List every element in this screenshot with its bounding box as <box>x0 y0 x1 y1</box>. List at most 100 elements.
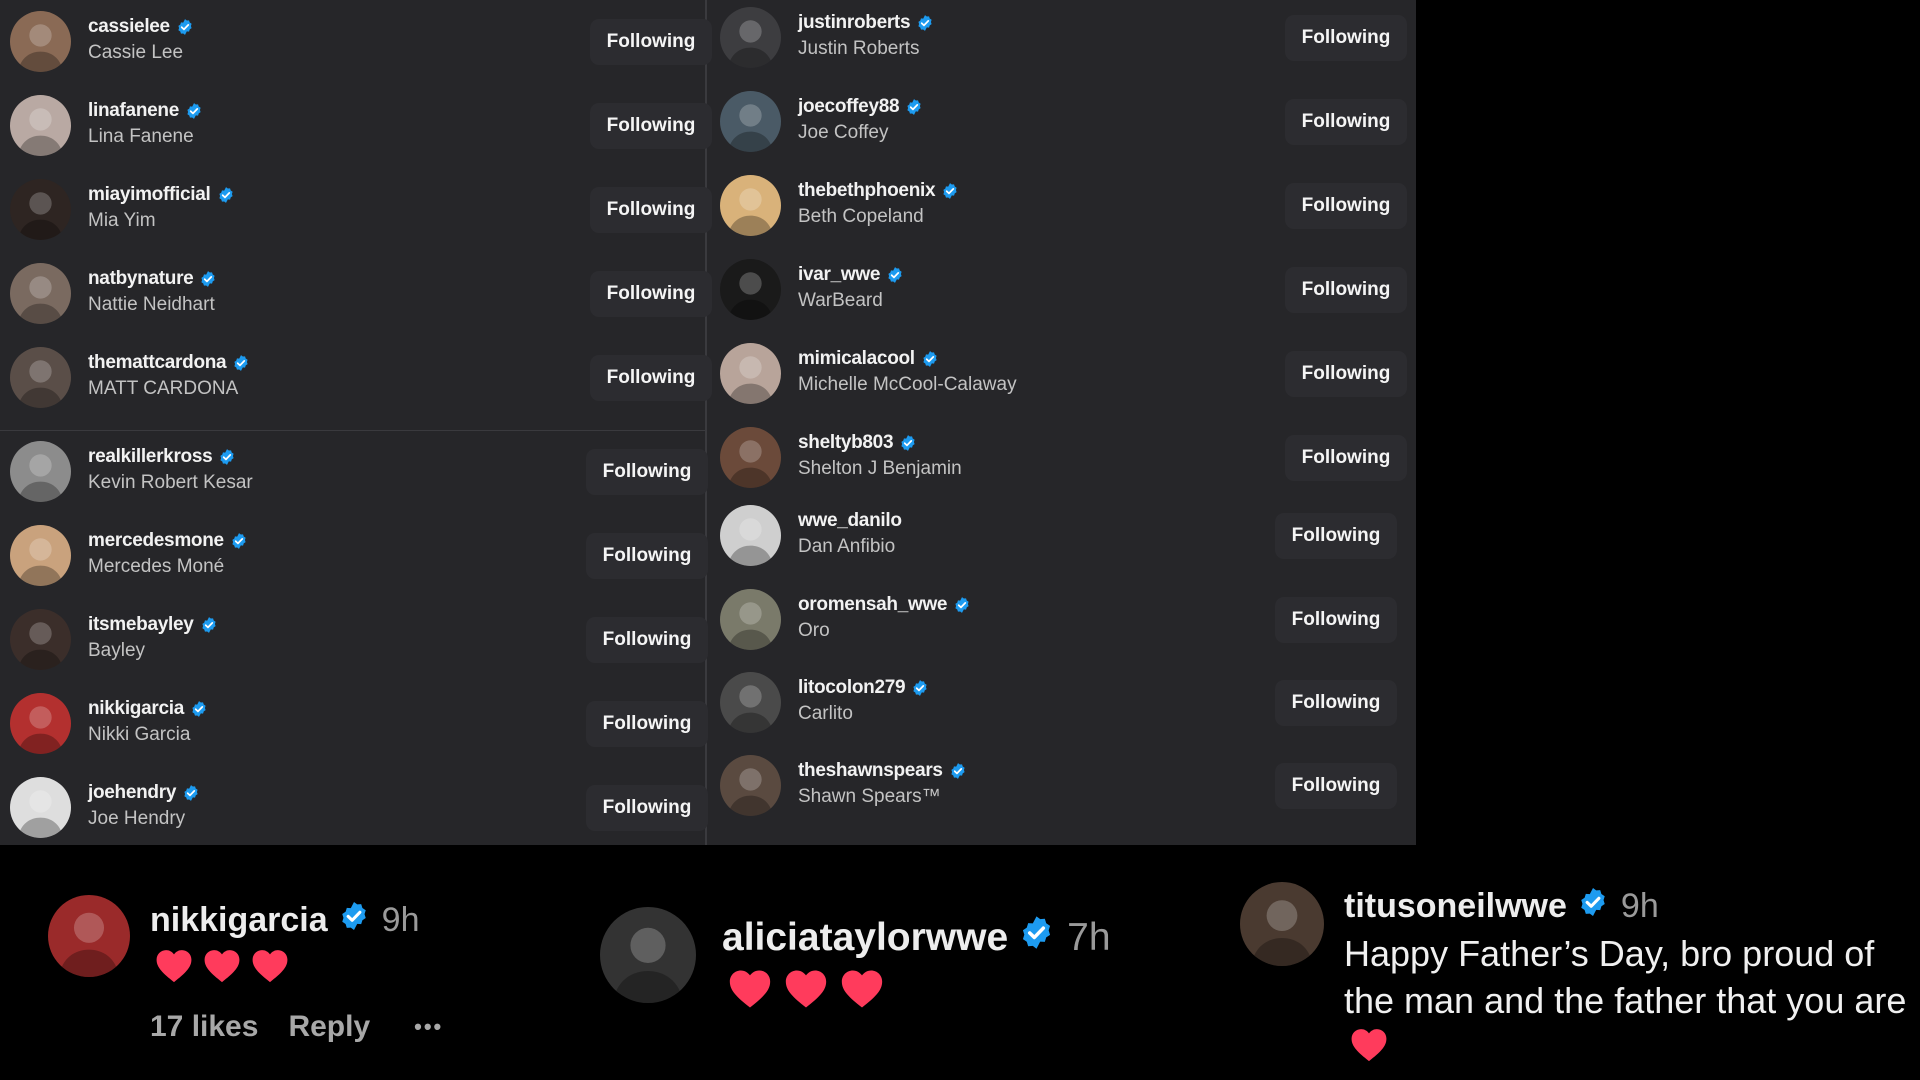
username[interactable]: theshawnspears <box>798 760 967 782</box>
list-item[interactable]: joehendry Joe Hendry Following <box>0 766 708 850</box>
following-button[interactable]: Following <box>590 355 712 401</box>
username[interactable]: justinroberts <box>798 12 934 34</box>
following-button[interactable]: Following <box>1285 183 1407 229</box>
avatar[interactable] <box>720 7 781 68</box>
reply-button[interactable]: Reply <box>288 1010 370 1044</box>
avatar[interactable] <box>720 343 781 404</box>
username[interactable]: litocolon279 <box>798 677 929 699</box>
following-button[interactable]: Following <box>586 617 708 663</box>
username[interactable]: itsmebayley <box>88 614 218 636</box>
username[interactable]: joehendry <box>88 782 200 804</box>
list-item[interactable]: natbynature Nattie Neidhart Following <box>0 252 712 336</box>
username[interactable]: joecoffey88 <box>798 96 923 118</box>
list-item[interactable]: theshawnspears Shawn Spears™ Following <box>706 744 1416 828</box>
comment-timestamp: 9h <box>1620 887 1659 925</box>
following-button[interactable]: Following <box>1275 763 1397 809</box>
list-item[interactable]: ivar_wwe WarBeard Following <box>706 248 1416 332</box>
avatar[interactable] <box>10 693 71 754</box>
list-item[interactable]: joecoffey88 Joe Coffey Following <box>706 80 1416 164</box>
list-item[interactable]: mercedesmone Mercedes Moné Following <box>0 514 708 598</box>
list-item[interactable]: mimicalacool Michelle McCool-Calaway Follo… <box>706 332 1416 416</box>
list-item[interactable]: wwe_danilo Dan Anfibio Following <box>706 494 1416 578</box>
comment-timestamp: 7h <box>1067 915 1111 959</box>
username[interactable]: thebethphoenix <box>798 180 959 202</box>
avatar[interactable] <box>720 91 781 152</box>
list-item[interactable]: itsmebayley Bayley Following <box>0 598 708 682</box>
username[interactable]: natbynature <box>88 268 217 290</box>
list-item[interactable]: cassielee Cassie Lee Following <box>0 0 712 84</box>
list-item[interactable]: nikkigarcia Nikki Garcia Following <box>0 682 708 766</box>
following-button[interactable]: Following <box>1285 435 1407 481</box>
avatar[interactable] <box>10 11 71 72</box>
list-item[interactable]: linafanene Lina Fanene Following <box>0 84 712 168</box>
comment-username[interactable]: aliciataylorwwe 7h <box>722 914 1111 961</box>
following-button[interactable]: Following <box>1275 680 1397 726</box>
heart-emoji-icon <box>155 948 193 988</box>
following-button[interactable]: Following <box>1275 597 1397 643</box>
following-button[interactable]: Following <box>1285 99 1407 145</box>
following-button[interactable]: Following <box>590 187 712 233</box>
avatar[interactable] <box>10 441 71 502</box>
username[interactable]: mercedesmone <box>88 530 248 552</box>
full-name: Michelle McCool-Calaway <box>798 374 1017 395</box>
comment-avatar[interactable] <box>1240 882 1324 966</box>
list-item[interactable]: oromensah_wwe Oro Following <box>706 578 1416 662</box>
avatar[interactable] <box>10 777 71 838</box>
avatar[interactable] <box>10 95 71 156</box>
username[interactable]: linafanene <box>88 100 203 122</box>
more-options-icon[interactable]: ••• <box>414 1014 443 1040</box>
list-item[interactable]: themattcardona MATT CARDONA Following <box>0 336 712 420</box>
avatar[interactable] <box>10 263 71 324</box>
list-item[interactable]: litocolon279 Carlito Following <box>706 661 1416 745</box>
verified-badge-icon <box>200 616 218 634</box>
following-button[interactable]: Following <box>1275 513 1397 559</box>
avatar[interactable] <box>10 525 71 586</box>
heart-emoji-icon <box>203 948 241 988</box>
following-button[interactable]: Following <box>1285 15 1407 61</box>
list-item[interactable]: realkillerkross Kevin Robert Kesar Followi… <box>0 430 708 514</box>
following-button[interactable]: Following <box>1285 267 1407 313</box>
avatar[interactable] <box>720 427 781 488</box>
comment-username[interactable]: titusoneilwwe 9h <box>1344 886 1659 927</box>
following-button[interactable]: Following <box>590 19 712 65</box>
full-name: Justin Roberts <box>798 38 920 59</box>
following-button[interactable]: Following <box>1285 351 1407 397</box>
comment-username[interactable]: nikkigarcia 9h <box>150 900 419 941</box>
verified-badge-icon <box>899 434 917 452</box>
list-item[interactable]: thebethphoenix Beth Copeland Following <box>706 164 1416 248</box>
avatar[interactable] <box>720 589 781 650</box>
following-button[interactable]: Following <box>586 701 708 747</box>
avatar[interactable] <box>720 259 781 320</box>
following-button[interactable]: Following <box>586 533 708 579</box>
avatar[interactable] <box>10 347 71 408</box>
username[interactable]: nikkigarcia <box>88 698 208 720</box>
avatar[interactable] <box>10 609 71 670</box>
avatar[interactable] <box>10 179 71 240</box>
username[interactable]: miayimofficial <box>88 184 235 206</box>
following-button[interactable]: Following <box>586 785 708 831</box>
verified-badge-icon <box>1018 914 1055 961</box>
username[interactable]: sheltyb803 <box>798 432 917 454</box>
list-item[interactable]: justinroberts Justin Roberts Following <box>706 0 1416 80</box>
likes-count[interactable]: 17 likes <box>150 1010 258 1044</box>
following-button[interactable]: Following <box>586 449 708 495</box>
avatar[interactable] <box>720 505 781 566</box>
verified-badge-icon <box>916 14 934 32</box>
following-button[interactable]: Following <box>590 271 712 317</box>
list-item[interactable]: sheltyb803 Shelton J Benjamin Following <box>706 416 1416 500</box>
avatar[interactable] <box>720 672 781 733</box>
username[interactable]: cassielee <box>88 16 194 38</box>
comment-avatar[interactable] <box>48 895 130 977</box>
username[interactable]: wwe_danilo <box>798 510 902 532</box>
comment-avatar[interactable] <box>600 907 696 1003</box>
username[interactable]: realkillerkross <box>88 446 236 468</box>
username[interactable]: oromensah_wwe <box>798 594 971 616</box>
heart-emoji-icon <box>784 968 828 1013</box>
avatar[interactable] <box>720 755 781 816</box>
following-button[interactable]: Following <box>590 103 712 149</box>
username[interactable]: mimicalacool <box>798 348 939 370</box>
username[interactable]: ivar_wwe <box>798 264 904 286</box>
avatar[interactable] <box>720 175 781 236</box>
list-item[interactable]: miayimofficial Mia Yim Following <box>0 168 712 252</box>
username[interactable]: themattcardona <box>88 352 250 374</box>
